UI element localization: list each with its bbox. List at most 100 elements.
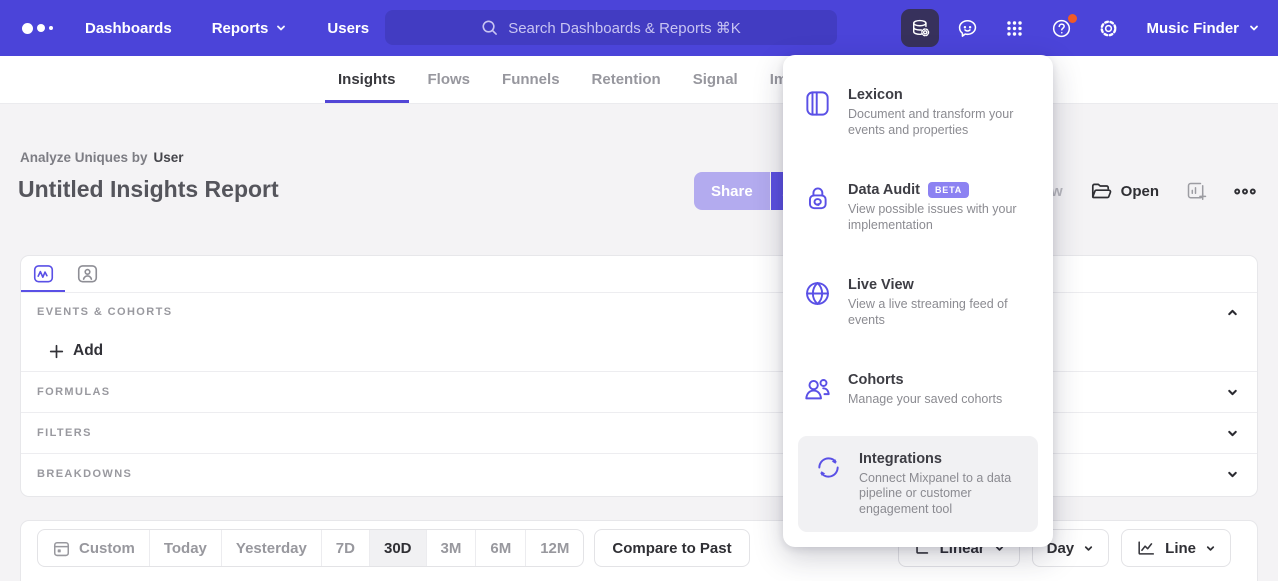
compare-to-past-button[interactable]: Compare to Past [594,529,749,567]
notification-dot [1068,14,1077,23]
section-label: FILTERS [37,427,92,439]
apps-grid-icon [1005,19,1024,38]
report-title[interactable]: Untitled Insights Report [18,176,279,203]
chevron-down-icon [1205,543,1216,554]
tab-flows[interactable]: Flows [415,56,484,103]
menu-item-lexicon[interactable]: Lexicon Document and transform your even… [783,87,1053,138]
menu-item-description: Manage your saved cohorts [848,392,1002,408]
message-smiley-icon [957,18,978,39]
menu-item-data-audit[interactable]: Data Audit BETA View possible issues wit… [783,182,1053,233]
date-range-label: 7D [336,540,355,557]
date-range-label: 12M [540,540,569,557]
top-navbar: Dashboards Reports Users Search Dashboar… [0,0,1278,56]
chevron-down-icon [275,22,287,34]
menu-item-description: Document and transform your events and p… [848,107,1023,138]
section-formulas[interactable]: FORMULAS [21,371,1257,412]
menu-item-cohorts[interactable]: Cohorts Manage your saved cohorts [783,372,1053,408]
section-label: BREAKDOWNS [37,468,132,480]
date-range-7d[interactable]: 7D [321,530,369,566]
date-range-label: Today [164,540,207,557]
menu-item-integrations[interactable]: Integrations Connect Mixpanel to a data … [798,436,1038,533]
more-options-button[interactable] [1234,188,1256,195]
section-breakdowns[interactable]: BREAKDOWNS [21,453,1257,494]
builder-tabs [21,256,1257,293]
data-audit-lock-icon [803,184,832,233]
report-type-tabs: Insights Flows Funnels Retention Signal … [0,56,1278,104]
add-event-button[interactable]: Add [49,342,103,360]
data-management-button[interactable] [901,9,939,47]
line-chart-icon [1136,538,1156,558]
chevron-up-icon [1226,306,1239,319]
builder-tab-profiles[interactable] [65,256,109,292]
section-filters[interactable]: FILTERS [21,412,1257,453]
line-chart-tab-icon [33,264,54,284]
date-range-label: Yesterday [236,540,307,557]
ellipsis-icon [1234,188,1256,195]
menu-item-title: Cohorts [848,372,1002,388]
plus-icon [49,344,64,359]
tab-label: Flows [428,71,471,88]
nav-dashboards[interactable]: Dashboards [85,20,172,37]
tab-funnels[interactable]: Funnels [489,56,573,103]
open-report-button[interactable]: Open [1090,180,1159,202]
menu-item-description: View a live streaming feed of events [848,297,1023,328]
add-label: Add [73,342,103,360]
menu-item-title: Data Audit BETA [848,182,1023,198]
messages-button[interactable] [948,9,986,47]
nav-reports-label: Reports [212,20,269,37]
date-range-30d[interactable]: 30D [369,530,426,566]
chevron-down-icon [1226,468,1239,481]
chart-type-select[interactable]: Line [1121,529,1231,567]
builder-tab-events[interactable] [21,256,65,292]
date-range-label: 30D [384,540,412,557]
menu-item-description: Connect Mixpanel to a data pipeline or c… [859,471,1022,518]
person-tab-icon [77,264,98,284]
apps-grid-button[interactable] [995,9,1033,47]
project-switcher[interactable]: Music Finder [1146,20,1260,37]
nav-users-label: Users [327,20,369,37]
tab-label: Insights [338,71,396,88]
tab-signal[interactable]: Signal [680,56,751,103]
chevron-down-icon [1226,386,1239,399]
tab-retention[interactable]: Retention [579,56,674,103]
add-to-dashboard-button[interactable] [1186,181,1207,202]
settings-button[interactable] [1089,9,1127,47]
menu-item-live-view[interactable]: Live View View a live streaming feed of … [783,277,1053,328]
date-range-12m[interactable]: 12M [525,530,583,566]
tab-label: Funnels [502,71,560,88]
chart-toolbar: Custom Today Yesterday 7D 30D 3M 6M 12M … [20,520,1258,581]
folder-open-icon [1090,180,1112,202]
date-range-label: 3M [441,540,462,557]
help-button[interactable] [1042,9,1080,47]
search-input[interactable]: Search Dashboards & Reports ⌘K [385,10,837,45]
cohorts-people-icon [803,374,832,408]
share-label: Share [711,183,753,200]
date-range-group: Custom Today Yesterday 7D 30D 3M 6M 12M [37,529,584,567]
mixpanel-logo[interactable] [22,23,53,34]
nav-users[interactable]: Users [327,20,369,37]
nav-reports[interactable]: Reports [212,20,288,37]
search-icon [481,19,498,36]
lexicon-book-icon [803,89,832,138]
tab-label: Signal [693,71,738,88]
date-range-label: 6M [490,540,511,557]
section-events-cohorts[interactable]: EVENTS & COHORTS [21,293,1257,331]
date-range-3m[interactable]: 3M [426,530,476,566]
date-range-yesterday[interactable]: Yesterday [221,530,321,566]
integrations-sync-icon [814,453,843,518]
tab-insights[interactable]: Insights [325,56,409,103]
beta-badge: BETA [928,182,969,198]
search-placeholder: Search Dashboards & Reports ⌘K [508,19,741,37]
date-range-custom[interactable]: Custom [38,530,149,566]
chart-type-label: Line [1165,540,1196,557]
live-view-globe-icon [803,279,832,328]
date-range-today[interactable]: Today [149,530,221,566]
data-management-icon [910,18,931,39]
share-button[interactable]: Share [694,172,770,210]
date-range-label: Custom [79,540,135,557]
tab-label: Retention [592,71,661,88]
subtitle-entity-selector[interactable]: User [154,150,184,165]
chart-add-icon [1186,181,1207,202]
date-range-6m[interactable]: 6M [475,530,525,566]
menu-item-title: Live View [848,277,1023,293]
